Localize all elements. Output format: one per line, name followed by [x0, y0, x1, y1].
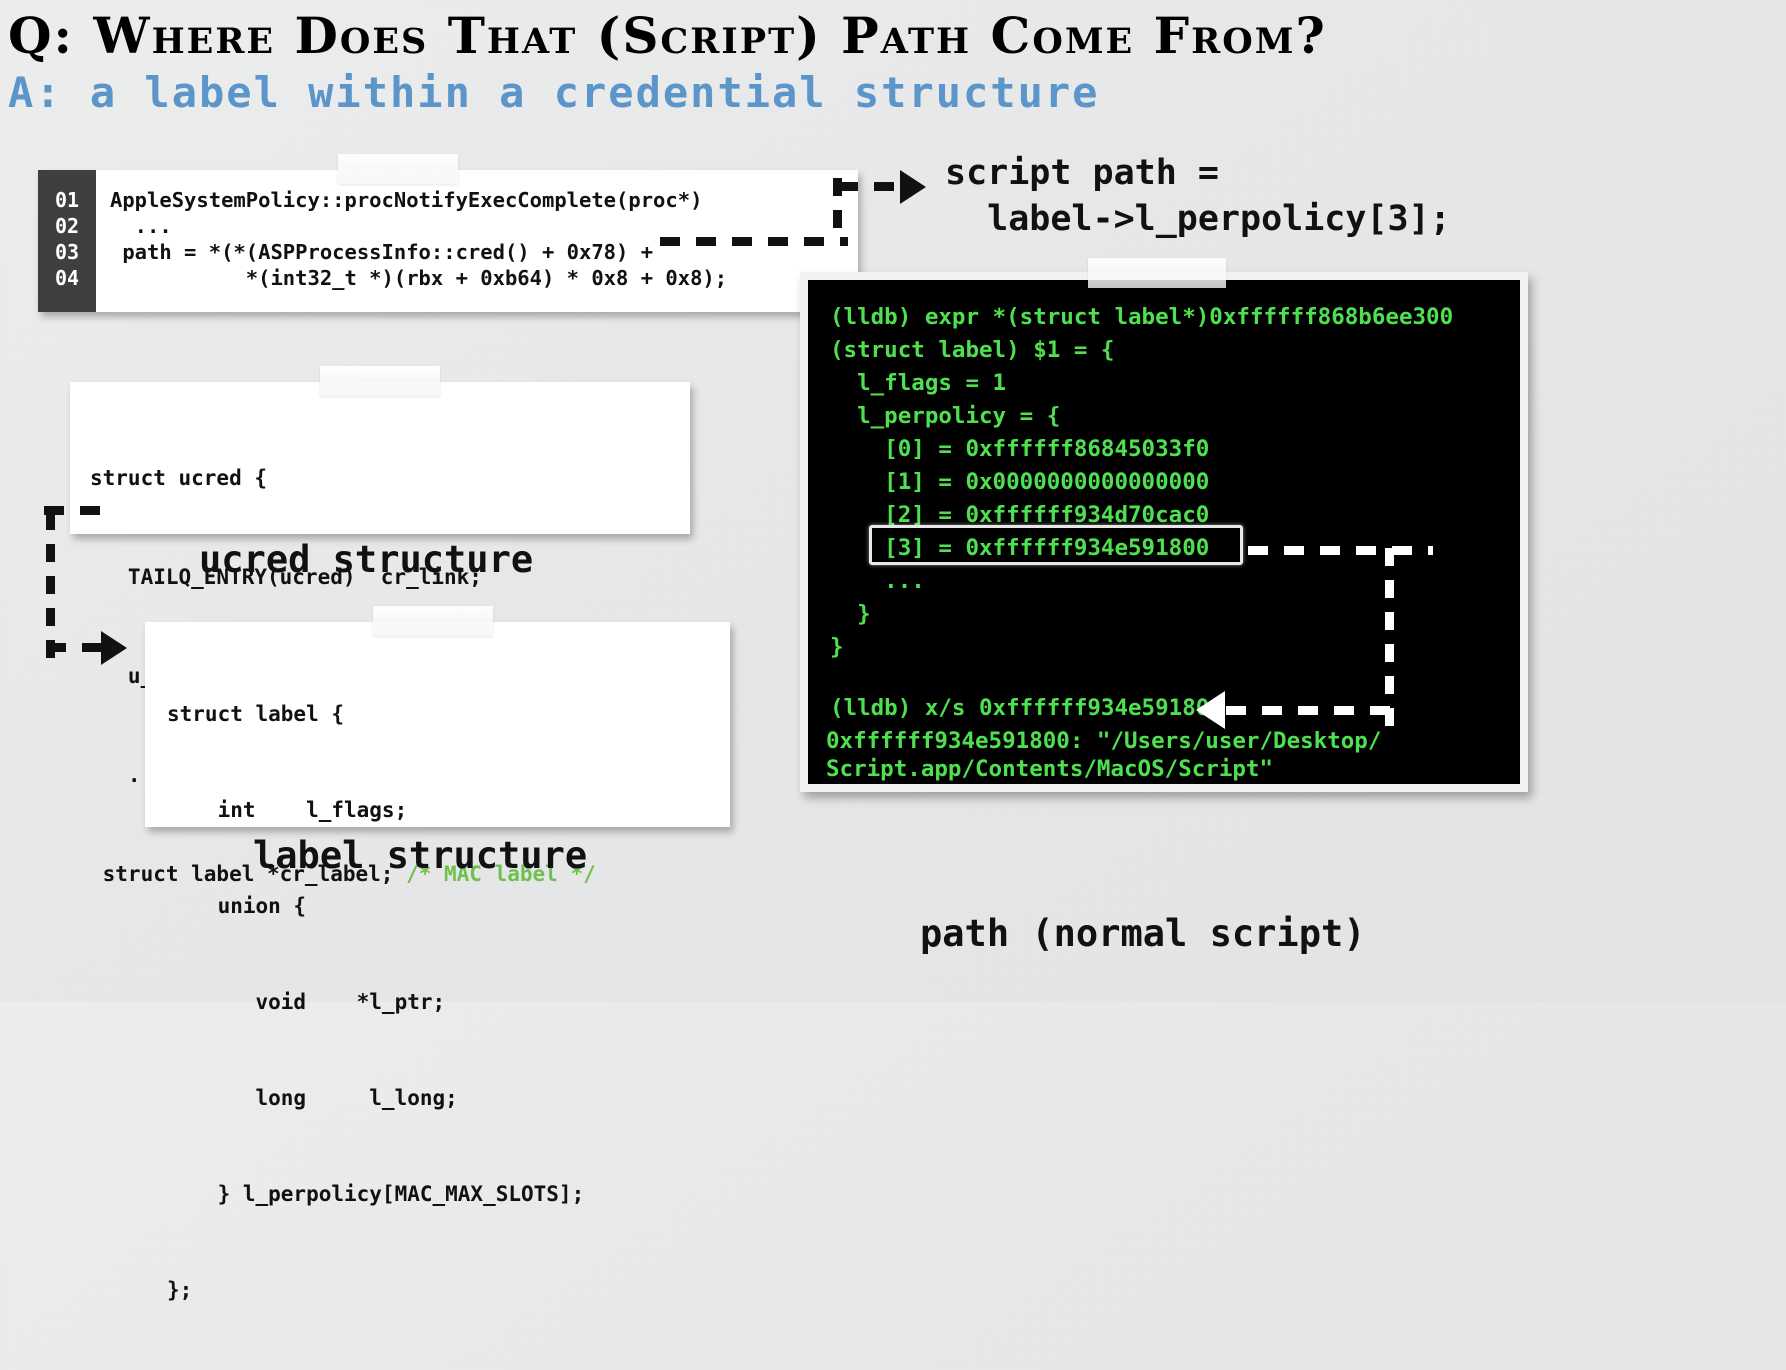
caption-ucred-structure: ucred structure [199, 538, 534, 581]
arrow-left-icon [1196, 691, 1225, 729]
code-line: int l_flags; [167, 798, 408, 822]
caption-path-normal-script: path (normal script) [920, 912, 1366, 955]
terminal-line: 0xffffff934e591800: "/Users/user/Desktop… [826, 728, 1382, 754]
connector-dash-horizontal [1248, 546, 1433, 555]
connector-dash-horizontal [1226, 706, 1392, 715]
code-line: *(int32_t *)(rbx + 0xb64) * 0x8 + 0x8); [110, 266, 728, 290]
line-number: 04 [54, 266, 80, 290]
line-number: 02 [54, 214, 80, 238]
line-number: 03 [54, 240, 80, 264]
terminal-line: } [830, 601, 871, 627]
code-line: } l_perpolicy[MAC_MAX_SLOTS]; [167, 1182, 585, 1206]
label-code-body: struct label { int l_flags; union { void… [167, 634, 584, 1370]
tape-icon [320, 366, 440, 396]
lldb-terminal[interactable]: (lldb) expr *(struct label*)0xffffff868b… [808, 280, 1520, 784]
connector-dash-horizontal [660, 237, 848, 246]
code-line: void *l_ptr; [167, 990, 446, 1014]
terminal-line: Script.app/Contents/MacOS/Script" [826, 756, 1274, 782]
connector-dash-horizontal [838, 182, 906, 191]
terminal-line: (lldb) x/s 0xffffff934e591800 [830, 695, 1223, 721]
terminal-line: l_perpolicy = { [830, 403, 1061, 429]
code-line: union { [167, 894, 307, 918]
code-line: path = *(*(ASPProcessInfo::cred() + 0x78… [110, 240, 654, 264]
terminal-line-highlighted: [3] = 0xffffff934e591800 [830, 535, 1210, 561]
code-line: struct ucred { [90, 466, 268, 490]
code-line: AppleSystemPolicy::procNotifyExecComplet… [110, 188, 703, 212]
annotation-script-path: script path = label->l_perpolicy[3]; [945, 153, 1451, 239]
tape-icon [1088, 258, 1226, 288]
page-title-answer: A: a label within a credential structure [8, 68, 1100, 117]
tape-icon [338, 154, 458, 184]
line-number: 01 [54, 188, 80, 212]
terminal-line: [0] = 0xffffff86845033f0 [830, 436, 1210, 462]
code-line: }; [167, 1278, 193, 1302]
code-line: struct label { [167, 702, 345, 726]
slide-canvas: Q: Where Does That (Script) Path Come Fr… [0, 0, 1786, 1302]
terminal-line: ... [830, 568, 925, 594]
arrow-right-icon [101, 631, 127, 665]
code-line: ... [110, 214, 172, 238]
terminal-line: (struct label) $1 = { [830, 337, 1115, 363]
terminal-line: (lldb) expr *(struct label*)0xffffff868b… [830, 304, 1454, 330]
caption-label-structure: label structure [253, 834, 588, 877]
terminal-line: } [830, 634, 844, 660]
terminal-line: [2] = 0xffffff934d70cac0 [830, 502, 1210, 528]
label-code-card: struct label { int l_flags; union { void… [145, 606, 730, 1302]
ucred-code-card: struct ucred { TAILQ_ENTRY(ucred) cr_lin… [70, 366, 690, 886]
arrow-right-icon [900, 170, 926, 204]
terminal-line: l_flags = 1 [830, 370, 1007, 396]
code-line: long l_long; [167, 1086, 458, 1110]
terminal-line: [1] = 0x0000000000000000 [830, 469, 1210, 495]
tape-icon [373, 606, 493, 636]
page-title-question: Q: Where Does That (Script) Path Come Fr… [8, 6, 1327, 65]
